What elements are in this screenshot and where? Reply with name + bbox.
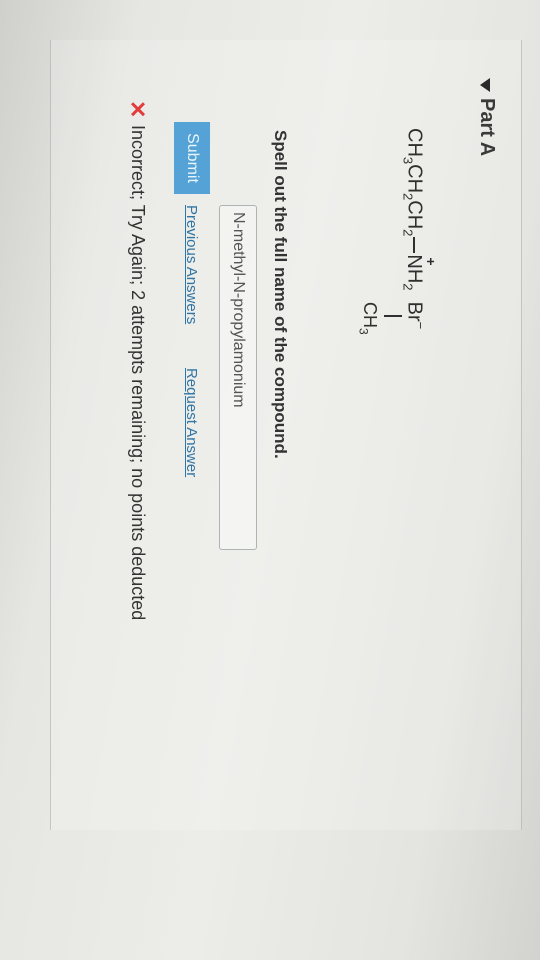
vertical-bond	[384, 315, 402, 317]
answer-input[interactable]	[223, 212, 253, 532]
methyl-branch: CH3	[356, 302, 380, 335]
rotated-content: Part A CH3CH2CH2 + NH2 Br− CH3 Spell out t…	[0, 0, 540, 960]
counter-ion: Br	[403, 301, 426, 322]
answer-field[interactable]	[219, 205, 257, 550]
ammonium-nitrogen: + N	[403, 254, 440, 269]
submit-button[interactable]: Submit	[174, 122, 210, 194]
part-title: Part A	[476, 98, 498, 157]
single-bond	[412, 237, 415, 254]
collapse-toggle-icon[interactable]	[480, 78, 490, 92]
chemical-formula: CH3CH2CH2 + NH2 Br−	[400, 128, 440, 330]
request-answer-link[interactable]: Request Answer	[183, 368, 200, 477]
x-mark-icon: ✕	[125, 100, 150, 119]
previous-answers-link[interactable]: Previous Answers	[183, 205, 200, 324]
question-prompt: Spell out the full name of the compound.	[271, 130, 290, 459]
feedback-message: Incorrect; Try Again; 2 attempts remaini…	[128, 125, 148, 621]
